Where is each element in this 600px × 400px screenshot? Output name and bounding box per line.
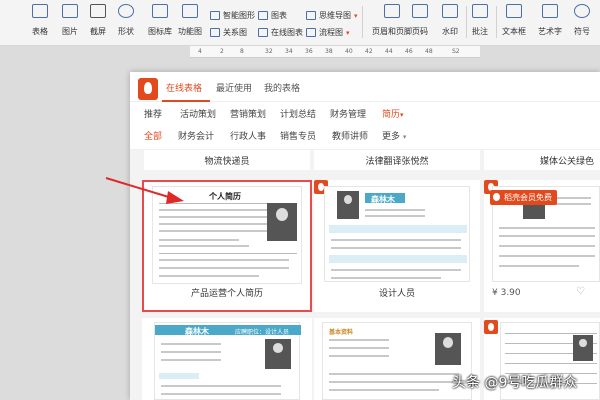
annotation-arrow	[105, 177, 184, 204]
arrow-shaft	[105, 177, 173, 199]
arrow-head	[166, 191, 184, 204]
watermark-text: 头条 @9号吃瓜群众	[452, 375, 578, 391]
